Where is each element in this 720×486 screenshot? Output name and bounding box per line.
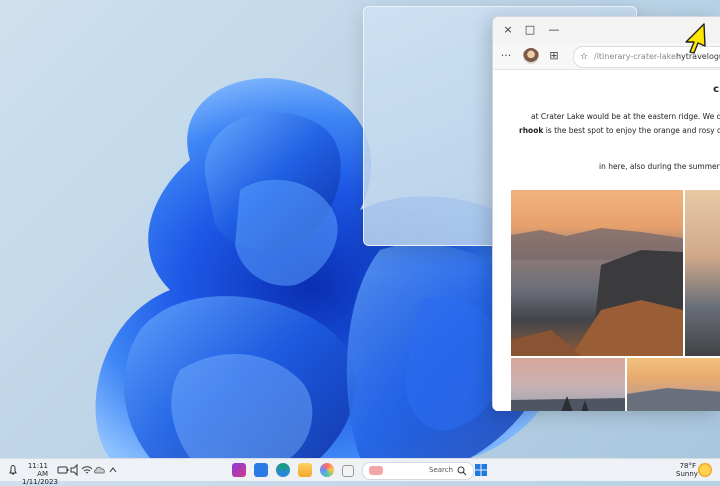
profile-avatar[interactable] [523, 48, 539, 64]
clock[interactable]: 11:11 AM 1/11/2023 [22, 462, 58, 486]
weather-icon[interactable] [698, 463, 712, 477]
close-button[interactable]: × [499, 21, 517, 39]
gallery-photo-bottom-left[interactable] [511, 358, 625, 411]
minimize-button[interactable]: — [545, 21, 563, 39]
copilot-icon[interactable] [320, 463, 334, 477]
search-icon [457, 466, 467, 476]
bell-icon[interactable] [6, 463, 20, 477]
page-content: c at Crater Lake would be at the eastern… [493, 70, 720, 411]
mouse-cursor-icon [685, 23, 706, 54]
maximize-button[interactable]: □ [521, 21, 539, 39]
page-heading-fragment: c [713, 84, 719, 95]
file-explorer-icon[interactable] [298, 463, 312, 477]
search-label: Search [429, 466, 454, 474]
search-highlight-icon [369, 466, 383, 475]
article-line-1: at Crater Lake would be at the eastern r… [531, 112, 720, 121]
browser-window[interactable]: × □ — ··· ⊞ ☆ /itinerary-crater-lakehytr… [492, 16, 720, 411]
collections-icon[interactable]: ⊞ [545, 47, 563, 65]
gallery-photo-right[interactable] [685, 190, 720, 356]
crater-lake-photo[interactable] [511, 190, 683, 356]
gallery-photo-bottom-right[interactable] [627, 358, 720, 411]
store-icon[interactable] [254, 463, 268, 477]
teams-icon[interactable] [232, 463, 246, 477]
taskbar: 11:11 AM 1/11/2023 Search 78°F Sunny [0, 458, 720, 486]
article-line-2: rhook is the best spot to enjoy the oran… [519, 126, 720, 135]
favorite-star-icon[interactable]: ☆ [580, 47, 588, 67]
start-icon[interactable] [474, 463, 488, 477]
cloud-icon[interactable] [93, 463, 107, 477]
article-link-bold[interactable]: rhook [519, 126, 543, 135]
wifi-icon[interactable] [80, 463, 94, 477]
article-line-3: in here, also during the summer days! [599, 162, 720, 171]
task-view-icon[interactable] [342, 465, 354, 477]
address-path: /itinerary-crater-lake [594, 52, 676, 61]
chevron-up-icon[interactable] [106, 463, 120, 477]
more-options-button[interactable]: ··· [497, 47, 515, 65]
taskbar-search[interactable]: Search [362, 462, 474, 480]
edge-icon[interactable] [276, 463, 290, 477]
weather-widget[interactable]: 78°F Sunny [676, 462, 698, 478]
